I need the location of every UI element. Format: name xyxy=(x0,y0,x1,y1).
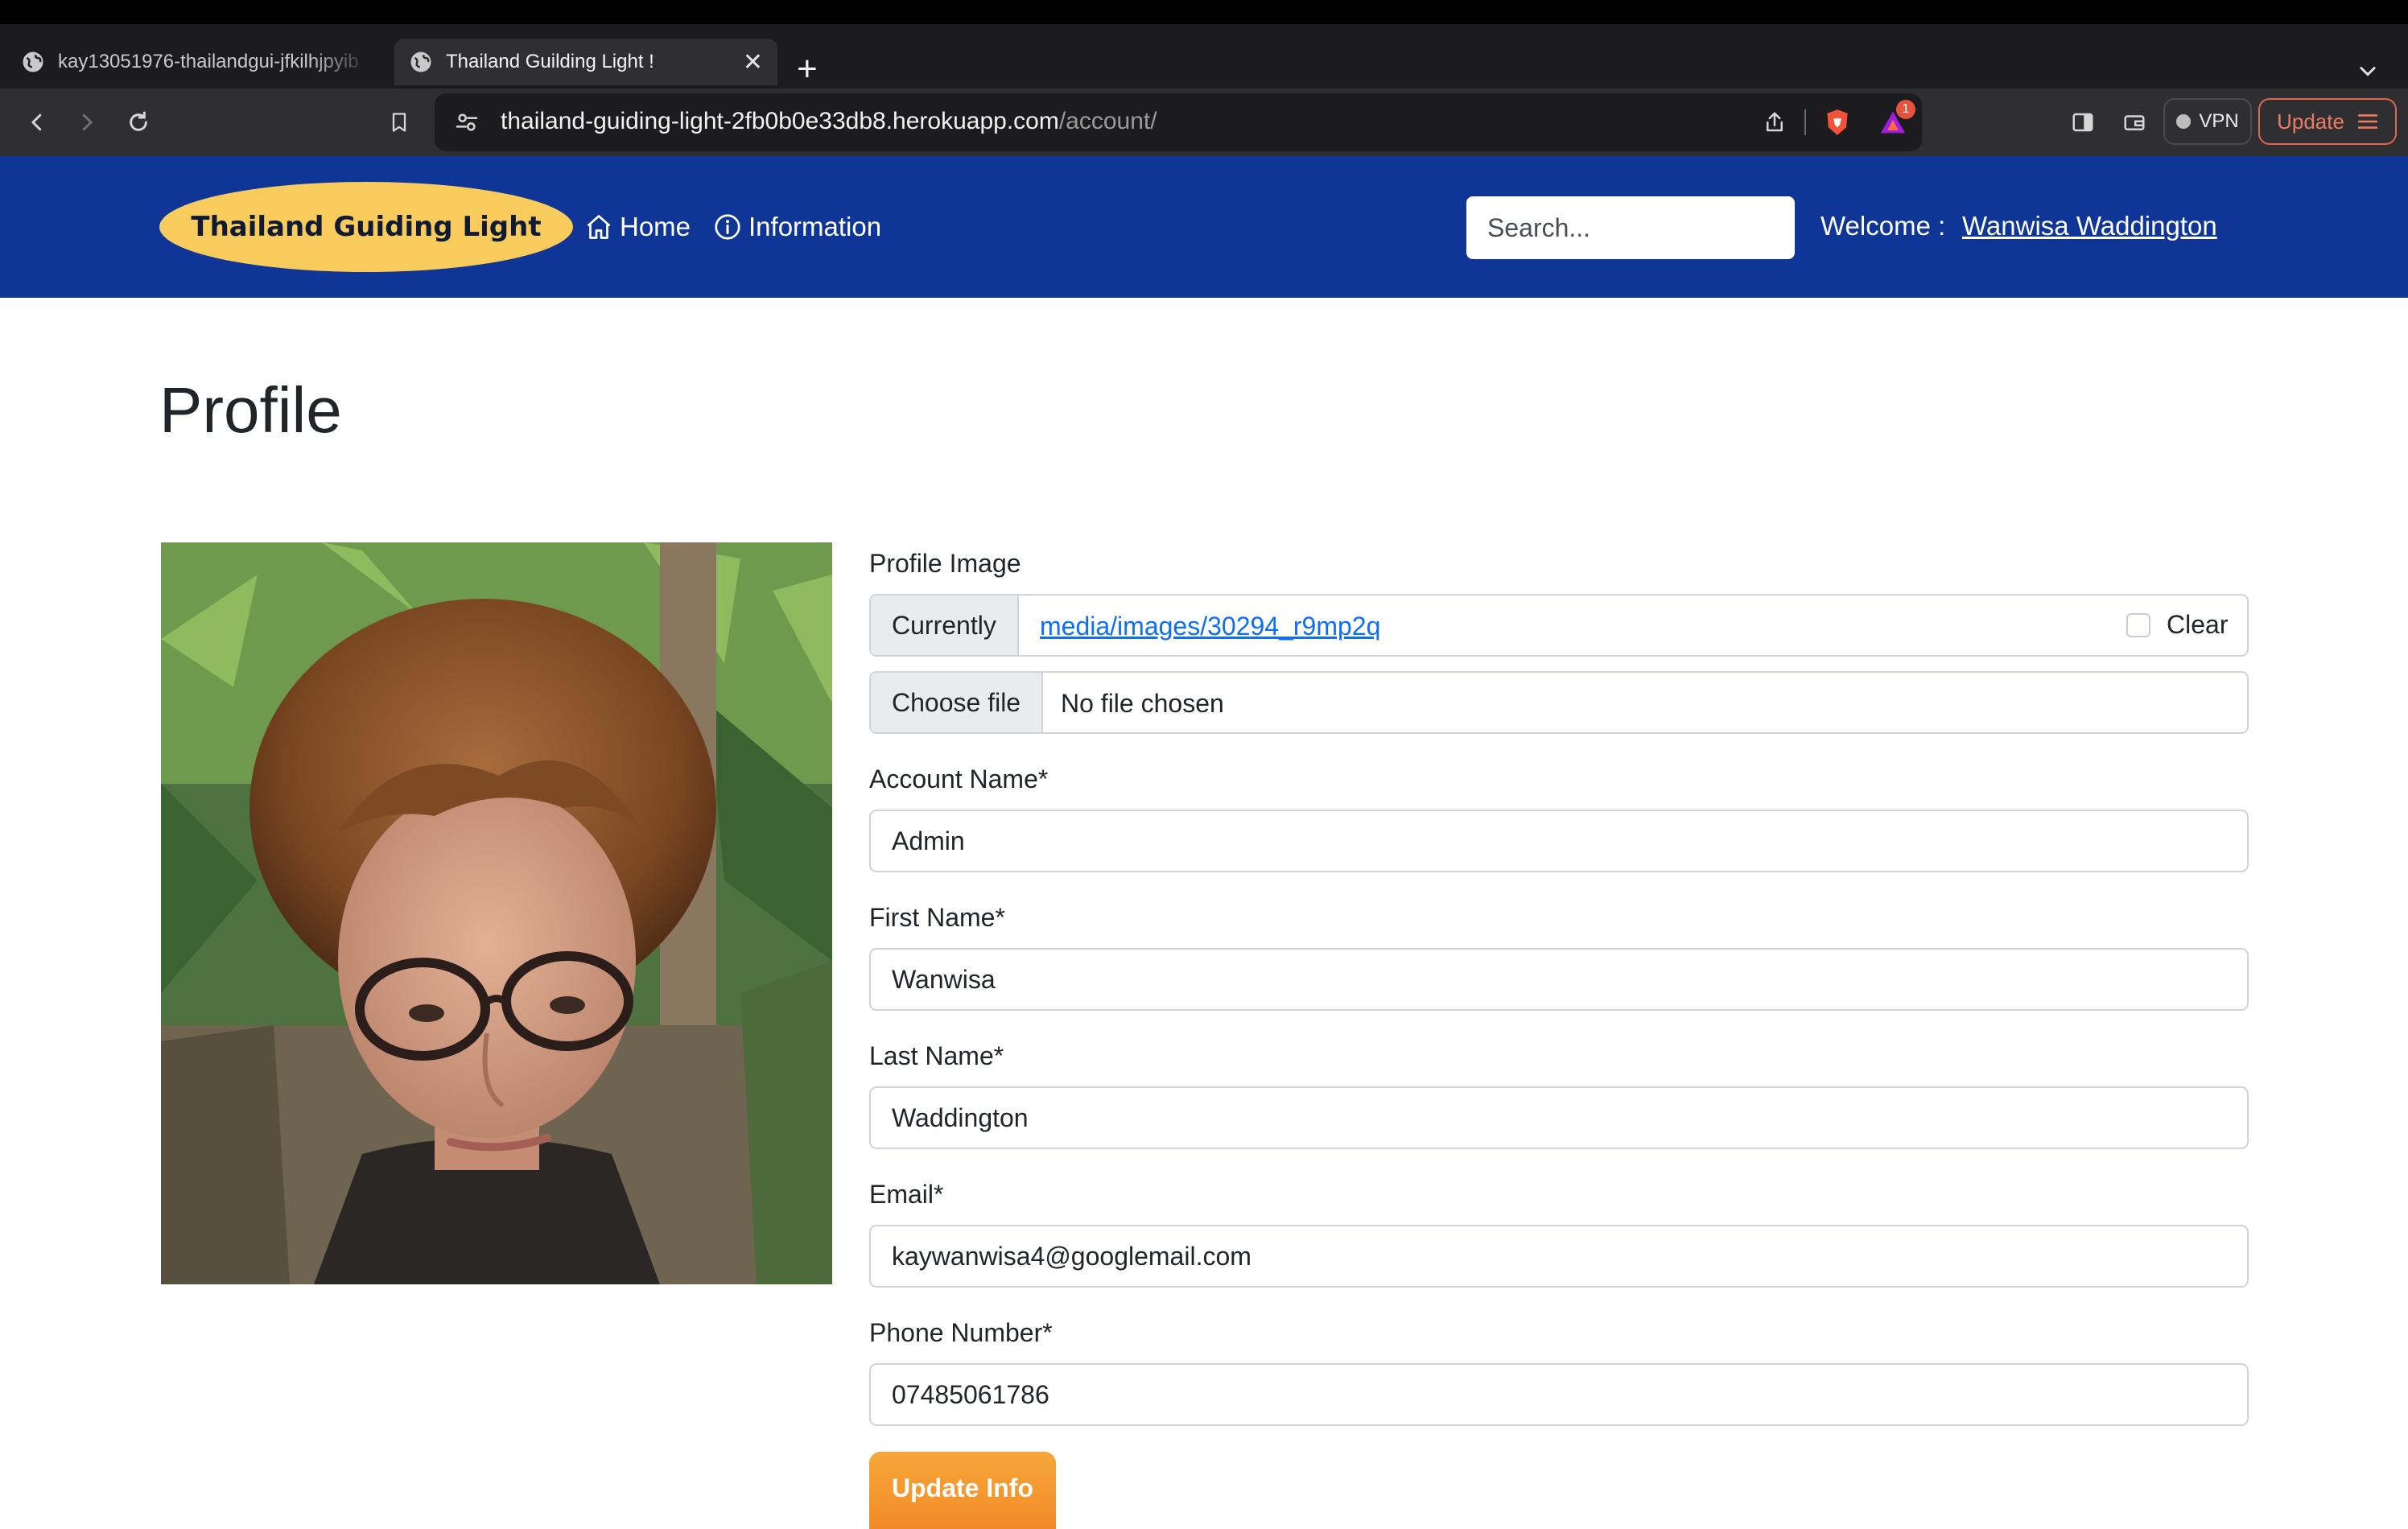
vpn-status-icon xyxy=(2176,114,2192,129)
menu-icon xyxy=(2357,114,2378,129)
chevron-down-icon[interactable] xyxy=(2356,60,2379,82)
divider xyxy=(1804,109,1806,135)
search-input[interactable] xyxy=(1466,196,1795,259)
email-input[interactable] xyxy=(871,1226,2247,1286)
browser-tab-active[interactable]: Thailand Guilding Light ! ✕ xyxy=(394,39,777,85)
address-bar[interactable]: thailand-guiding-light-2fb0b0e33db8.hero… xyxy=(435,93,1922,151)
info-circle-icon xyxy=(715,214,740,240)
first-name-input[interactable] xyxy=(871,950,2247,1009)
phone-input[interactable] xyxy=(871,1365,2247,1424)
url-path: /account/ xyxy=(1058,108,1157,134)
close-tab-icon[interactable]: ✕ xyxy=(743,48,763,76)
window-top-strip xyxy=(0,0,2408,24)
last-name-field xyxy=(869,1086,2249,1149)
nav-link-information[interactable]: Information xyxy=(713,211,881,243)
globe-icon xyxy=(410,52,431,72)
house-icon xyxy=(587,215,611,239)
last-name-input[interactable] xyxy=(871,1088,2247,1148)
brave-shield-icon[interactable] xyxy=(1822,106,1853,138)
browser-toolbar: thailand-guiding-light-2fb0b0e33db8.hero… xyxy=(0,89,2408,156)
site-settings-icon[interactable] xyxy=(454,109,480,135)
account-name-input[interactable] xyxy=(871,811,2247,871)
forward-icon[interactable] xyxy=(69,105,105,140)
reload-icon[interactable] xyxy=(121,105,156,140)
no-file-text: No file chosen xyxy=(1061,689,1224,718)
vpn-button[interactable]: VPN xyxy=(2163,98,2252,145)
current-image-link[interactable]: media/images/30294_r9mp2q xyxy=(1040,612,1380,641)
vpn-label: VPN xyxy=(2199,110,2239,132)
brand-logo[interactable]: Thailand Guiding Light xyxy=(159,182,573,272)
page-title: Profile xyxy=(159,374,342,446)
url-text: thailand-guiding-light-2fb0b0e33db8.hero… xyxy=(501,108,1157,135)
tab-title: Thailand Guilding Light ! xyxy=(446,51,654,72)
url-host: thailand-guiding-light-2fb0b0e33db8.hero… xyxy=(501,108,1059,134)
bookmark-icon[interactable] xyxy=(381,105,417,140)
browser-tab-bar: kay13051976-thailandgui-jfkilhjpyib Thai… xyxy=(0,24,2408,89)
profile-photo xyxy=(161,542,832,1284)
account-name-field xyxy=(869,810,2249,872)
nav-link-home[interactable]: Home xyxy=(584,211,691,243)
file-input[interactable]: Choose file No file chosen xyxy=(869,671,2249,734)
wallet-icon[interactable] xyxy=(2117,105,2152,140)
profile-image-label: Profile Image xyxy=(869,549,1021,578)
phone-field xyxy=(869,1363,2249,1426)
nav-home-label: Home xyxy=(620,212,691,241)
phone-label: Phone Number* xyxy=(869,1318,1053,1347)
sidebar-toggle-icon[interactable] xyxy=(2065,105,2101,140)
email-label: Email* xyxy=(869,1180,944,1209)
current-image-group: Currently media/images/30294_r9mp2q Clea… xyxy=(869,594,2249,657)
update-label: Update xyxy=(2277,109,2344,134)
last-name-label: Last Name* xyxy=(869,1041,1004,1070)
welcome-label: Welcome : xyxy=(1820,211,1946,241)
notification-badge: 1 xyxy=(1896,100,1915,119)
clear-image-checkbox[interactable] xyxy=(2126,613,2150,637)
new-tab-button[interactable]: + xyxy=(797,52,818,87)
share-icon[interactable] xyxy=(1763,109,1787,135)
clear-image-label[interactable]: Clear xyxy=(2167,610,2228,640)
browser-tab-inactive[interactable]: kay13051976-thailandgui-jfkilhjpyib xyxy=(6,39,386,85)
nav-information-label: Information xyxy=(748,212,882,241)
globe-icon xyxy=(23,52,43,72)
site-navbar: Thailand Guiding Light Home Information … xyxy=(0,156,2408,298)
currently-addon: Currently xyxy=(871,596,1019,655)
tab-title: kay13051976-thailandgui-jfkilhjpyib xyxy=(58,51,359,72)
account-name-label: Account Name* xyxy=(869,764,1049,793)
update-info-button[interactable]: Update Info xyxy=(869,1452,1056,1529)
back-icon[interactable] xyxy=(19,105,55,140)
first-name-label: First Name* xyxy=(869,903,1005,932)
browser-update-button[interactable]: Update xyxy=(2258,98,2397,145)
choose-file-button[interactable]: Choose file xyxy=(871,673,1044,732)
email-field xyxy=(869,1225,2249,1288)
first-name-field xyxy=(869,948,2249,1011)
user-profile-link[interactable]: Wanwisa Waddington xyxy=(1962,211,2217,241)
